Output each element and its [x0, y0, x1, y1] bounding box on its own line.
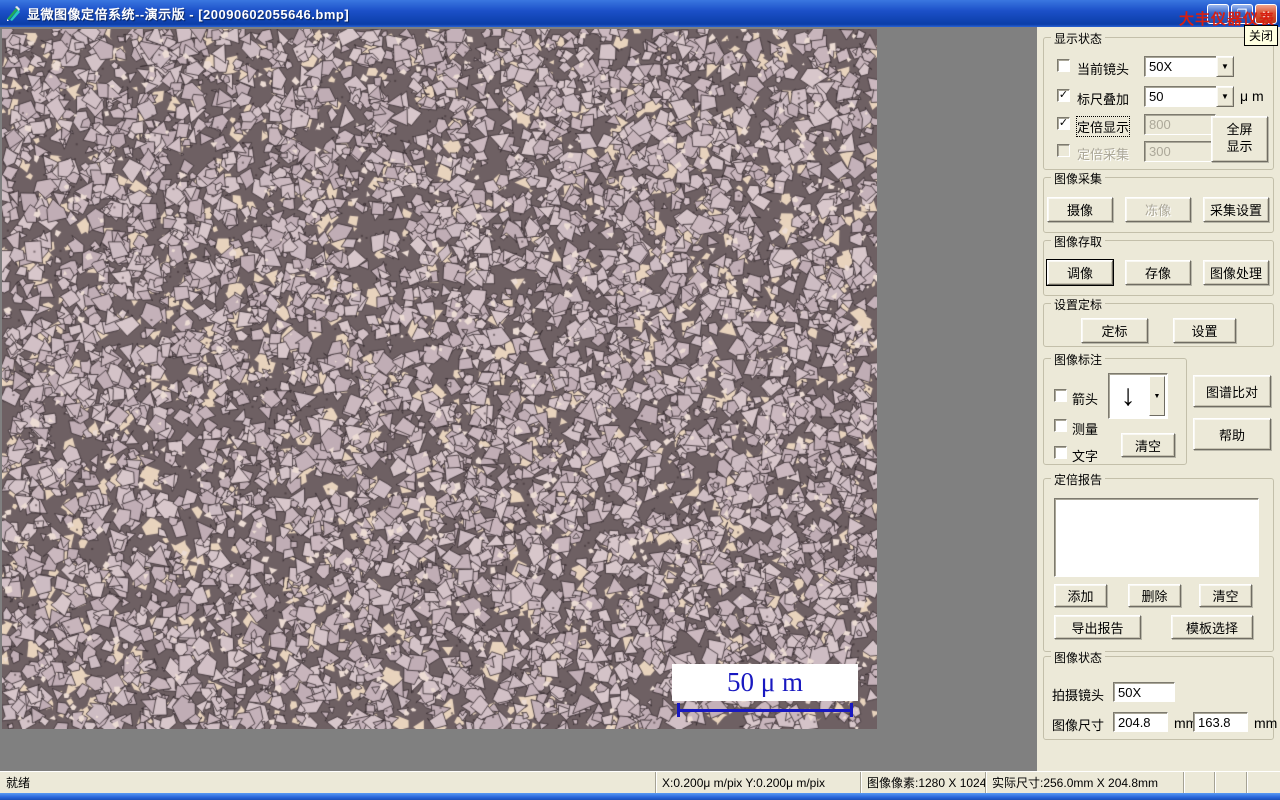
scale-bar-tick-right — [850, 703, 853, 717]
label-arrow: 箭头 — [1072, 392, 1099, 407]
group-image-capture-title: 图像采集 — [1051, 170, 1106, 187]
freeze-button: 冻像 — [1125, 197, 1191, 222]
label-shoot-lens: 拍摄镜头 — [1052, 688, 1105, 703]
group-image-status-title: 图像状态 — [1051, 649, 1106, 666]
label-measure: 测量 — [1072, 422, 1099, 437]
checkbox-measure[interactable] — [1054, 419, 1067, 432]
combobox-current-lens-value: 50X — [1144, 56, 1216, 77]
checkbox-current-lens[interactable] — [1057, 59, 1070, 72]
checkbox-fixed-mag-capture — [1057, 144, 1070, 157]
arrow-down-icon: ↓ — [1120, 379, 1136, 412]
combobox-ruler-value[interactable]: 50 ▼ — [1144, 86, 1234, 107]
check-icon: ✓ — [1058, 117, 1069, 129]
app-icon — [7, 6, 20, 21]
window-title: 显微图像定倍系统--演示版 - [20090602055646.bmp] — [27, 7, 350, 22]
window-controls: – ❐ × — [1207, 4, 1277, 24]
group-display-status-title: 显示状态 — [1051, 30, 1106, 47]
status-empty-2 — [1215, 772, 1247, 793]
group-report: 定倍报告 添加 删除 清空 导出报告 模板选择 — [1043, 471, 1274, 652]
scale-bar-text: 50 μ m — [727, 667, 803, 697]
field-shoot-lens[interactable]: 50X — [1113, 682, 1175, 702]
report-clear-button[interactable]: 清空 — [1199, 584, 1252, 607]
fullscreen-button[interactable]: 全屏显示 — [1211, 116, 1268, 162]
label-current-lens: 当前镜头 — [1077, 62, 1130, 77]
combobox-arrow-icon[interactable]: ▼ — [1149, 376, 1165, 416]
label-fixed-mag-display: 定倍显示 — [1075, 116, 1131, 137]
checkbox-fixed-mag-display[interactable]: ✓ — [1057, 117, 1070, 130]
combobox-arrow-icon[interactable]: ▼ — [1216, 56, 1234, 77]
calibration-settings-button[interactable]: 设置 — [1173, 318, 1236, 343]
status-pixel-scale: X:0.200μ m/pix Y:0.200μ m/pix — [656, 772, 861, 793]
annotation-clear-button[interactable]: 清空 — [1121, 433, 1175, 457]
scale-bar-tick-left — [677, 703, 680, 717]
control-panel: 显示状态 当前镜头 50X ▼ ✓ 标尺叠加 50 ▼ μ m ✓ 定倍显示 8… — [1037, 27, 1280, 771]
group-image-storage: 图像存取 调像 存像 图像处理 — [1043, 233, 1274, 296]
camera-button[interactable]: 摄像 — [1047, 197, 1113, 222]
status-actual-size: 实际尺寸:256.0mm X 204.8mm — [986, 772, 1184, 793]
group-calibration-title: 设置定标 — [1051, 296, 1106, 313]
group-image-storage-title: 图像存取 — [1051, 233, 1106, 250]
field-image-height[interactable]: 163.8 — [1193, 712, 1248, 732]
load-image-button[interactable]: 调像 — [1047, 260, 1113, 285]
group-image-capture: 图像采集 摄像 冻像 采集设置 — [1043, 170, 1274, 233]
status-bar: 就绪 X:0.200μ m/pix Y:0.200μ m/pix 图像像素:12… — [0, 771, 1280, 793]
save-image-button[interactable]: 存像 — [1125, 260, 1191, 285]
check-icon: ✓ — [1058, 89, 1069, 101]
close-button[interactable]: × — [1255, 4, 1277, 24]
unit-mm-height: mm — [1254, 715, 1278, 731]
report-add-button[interactable]: 添加 — [1054, 584, 1107, 607]
label-text: 文字 — [1072, 449, 1099, 464]
scale-bar-line — [678, 709, 852, 712]
input-fixed-mag-display: 800 — [1144, 114, 1216, 135]
group-report-title: 定倍报告 — [1051, 471, 1106, 488]
checkbox-text[interactable] — [1054, 446, 1067, 459]
status-image-pixels: 图像像素:1280 X 1024 — [861, 772, 986, 793]
report-delete-button[interactable]: 删除 — [1128, 584, 1181, 607]
restore-button[interactable]: ❐ — [1231, 4, 1253, 24]
label-ruler-overlay: 标尺叠加 — [1077, 92, 1130, 107]
input-fixed-mag-capture: 300 — [1144, 141, 1216, 162]
title-bar: 显微图像定倍系统--演示版 - [20090602055646.bmp] — [0, 0, 1280, 27]
group-annotation: 图像标注 箭头 测量 文字 ↓ ▼ 清空 — [1043, 351, 1187, 465]
group-display-status: 显示状态 当前镜头 50X ▼ ✓ 标尺叠加 50 ▼ μ m ✓ 定倍显示 8… — [1043, 30, 1274, 170]
calibrate-button[interactable]: 定标 — [1081, 318, 1148, 343]
micrograph-image[interactable] — [2, 29, 877, 729]
combobox-current-lens[interactable]: 50X ▼ — [1144, 56, 1234, 77]
fullscreen-button-label: 全屏显示 — [1226, 122, 1253, 154]
report-listbox[interactable] — [1054, 498, 1259, 577]
atlas-compare-button[interactable]: 图谱比对 — [1193, 375, 1271, 407]
capture-settings-button[interactable]: 采集设置 — [1203, 197, 1269, 222]
image-process-button[interactable]: 图像处理 — [1203, 260, 1269, 285]
field-image-width[interactable]: 204.8 — [1113, 712, 1168, 732]
minimize-button[interactable]: – — [1207, 4, 1229, 24]
taskbar-edge — [0, 793, 1280, 800]
combobox-ruler-value-text: 50 — [1144, 86, 1216, 107]
workspace: 50 μ m — [0, 27, 1037, 771]
help-button[interactable]: 帮助 — [1193, 418, 1271, 450]
checkbox-ruler-overlay[interactable]: ✓ — [1057, 89, 1070, 102]
status-empty-3 — [1247, 772, 1280, 793]
label-image-size: 图像尺寸 — [1052, 718, 1105, 733]
status-empty-1 — [1184, 772, 1215, 793]
group-annotation-title: 图像标注 — [1051, 351, 1106, 368]
combobox-arrow-icon[interactable]: ▼ — [1216, 86, 1234, 107]
group-image-status: 图像状态 拍摄镜头 50X 图像尺寸 204.8 mm 163.8 mm — [1043, 649, 1278, 740]
checkbox-arrow[interactable] — [1054, 389, 1067, 402]
label-fixed-mag-capture: 定倍采集 — [1077, 147, 1130, 162]
status-ready: 就绪 — [0, 772, 656, 793]
group-calibration: 设置定标 定标 设置 — [1043, 296, 1274, 347]
close-tooltip: 关闭 — [1243, 25, 1278, 46]
unit-micrometer: μ m — [1240, 88, 1264, 104]
scale-bar-label-box: 50 μ m — [672, 664, 858, 701]
arrow-style-combobox[interactable]: ↓ ▼ — [1108, 373, 1168, 419]
template-select-button[interactable]: 模板选择 — [1171, 615, 1253, 639]
export-report-button[interactable]: 导出报告 — [1054, 615, 1141, 639]
